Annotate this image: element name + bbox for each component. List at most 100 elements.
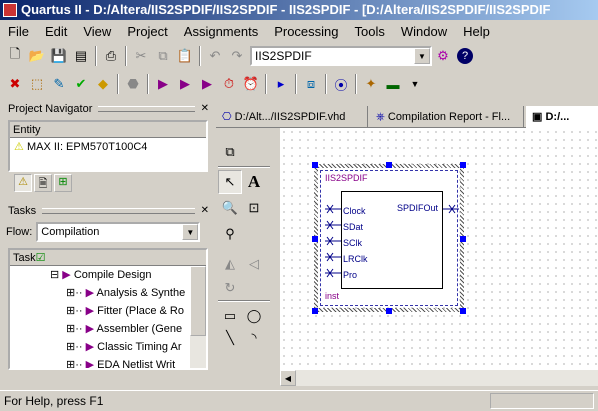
redo-icon[interactable]: ↷	[226, 45, 248, 67]
text-tool-icon[interactable]: A	[242, 170, 266, 194]
copy-icon[interactable]: ⧉	[152, 45, 174, 67]
stop-icon[interactable]: ⬣	[122, 73, 144, 95]
task-label: EDA Netlist Writ	[97, 359, 176, 370]
play-icon: ▶	[85, 359, 95, 370]
close-icon[interactable]: ✕	[201, 102, 209, 116]
menu-window[interactable]: Window	[401, 24, 447, 39]
warning-icon: ⚠	[14, 141, 24, 153]
task-row[interactable]: ⊟ ▶ Compile Design	[10, 266, 206, 284]
report-icon: ⎈	[376, 111, 385, 123]
chip-planner-icon[interactable]: ✖	[4, 73, 26, 95]
find-icon[interactable]: ⚲	[218, 222, 242, 246]
wizard-icon[interactable]: ✦	[360, 73, 382, 95]
expand-icon: ⊟	[50, 269, 60, 281]
help-icon[interactable]: ?	[454, 45, 476, 67]
title-bar: Quartus II - D:/Altera/IIS2SPDIF/IIS2SPD…	[0, 0, 598, 20]
resize-handle[interactable]	[460, 236, 466, 242]
chevron-down-icon[interactable]: ▼	[414, 48, 430, 64]
files-tab-icon[interactable]: 🗎	[34, 174, 52, 192]
resize-handle[interactable]	[312, 162, 318, 168]
project-select[interactable]: IIS2SPDIF ▼	[250, 46, 432, 66]
resize-handle[interactable]	[312, 236, 318, 242]
project-navigator-title: Project Navigator	[8, 103, 93, 115]
menu-processing[interactable]: Processing	[274, 24, 338, 39]
paste-icon[interactable]: 📋	[174, 45, 196, 67]
simulator-icon[interactable]: ▸	[270, 73, 292, 95]
play-icon: ▶	[85, 305, 95, 317]
programmer-icon[interactable]: ⧈	[300, 73, 322, 95]
symbol-block[interactable]: IIS2SPDIF Clock SDat SClk LRClk Pro SPDI…	[320, 170, 459, 306]
entity-column-header[interactable]: Entity	[10, 122, 206, 138]
resize-handle[interactable]	[460, 162, 466, 168]
task-row[interactable]: ⊞·· ▶ Fitter (Place & Ro	[10, 302, 206, 320]
hierarchy-tab-icon[interactable]: ⚠	[14, 174, 32, 192]
assignment-editor-icon[interactable]: ✎	[48, 73, 70, 95]
tab-compilation-report[interactable]: ⎈ Compilation Report - Fl...	[370, 106, 524, 128]
menu-help[interactable]: Help	[463, 24, 490, 39]
vhdl-file-icon: ⎔	[222, 111, 232, 123]
resize-handle[interactable]	[312, 308, 318, 314]
undo-icon[interactable]: ↶	[204, 45, 226, 67]
symbol-tool-icon[interactable]: ⊡	[242, 196, 266, 220]
flip-horizontal-icon[interactable]: ◭	[218, 252, 242, 276]
arc-tool-icon[interactable]: ◝	[242, 326, 266, 350]
tasks-panel: Tasks ✕ Flow: Compilation ▼ Task☑ ⊟ ▶ Co…	[4, 204, 212, 370]
task-label: Classic Timing Ar	[97, 341, 182, 353]
chevron-down-icon[interactable]: ▼	[404, 73, 426, 95]
menu-project[interactable]: Project	[127, 24, 167, 39]
task-row[interactable]: ⊞·· ▶ Analysis & Synthe	[10, 284, 206, 302]
selection-tool-icon[interactable]: ↖	[218, 170, 242, 194]
tab-block-diagram[interactable]: ▣ D:/...	[526, 106, 598, 128]
task-row[interactable]: ⊞·· ▶ Assembler (Gene	[10, 320, 206, 338]
full-screen-icon[interactable]: ⧉	[218, 140, 242, 164]
new-file-icon[interactable]: 🗋	[4, 45, 26, 67]
chevron-down-icon[interactable]: ▼	[182, 224, 199, 240]
resize-handle[interactable]	[386, 162, 392, 168]
play-icon: ▶	[85, 323, 95, 335]
menu-file[interactable]: File	[8, 24, 29, 39]
flip-vertical-icon[interactable]: ◁	[242, 252, 266, 276]
menu-tools[interactable]: Tools	[355, 24, 385, 39]
block-diagram-canvas[interactable]: IIS2SPDIF Clock SDat SClk LRClk Pro SPDI…	[280, 128, 598, 370]
settings-icon[interactable]: ⚙	[432, 45, 454, 67]
timer-icon[interactable]: ⏱	[218, 73, 240, 95]
menu-view[interactable]: View	[83, 24, 111, 39]
task-column-header[interactable]: Task☑	[10, 250, 206, 266]
tab-vhd-file[interactable]: ⎔ D:/Alt.../IIS2SPDIF.vhd	[216, 106, 368, 128]
scroll-left-icon[interactable]: ◀	[280, 370, 296, 386]
zoom-tool-icon[interactable]: 🔍	[218, 196, 242, 220]
megawizard-icon[interactable]: ▬	[382, 73, 404, 95]
rectangle-tool-icon[interactable]: ▭	[218, 304, 242, 328]
cut-icon[interactable]: ✂	[130, 45, 152, 67]
design-assistant-icon[interactable]: ◆	[92, 73, 114, 95]
entity-item[interactable]: ⚠ MAX II: EPM570T100C4	[10, 138, 206, 156]
status-text: For Help, press F1	[4, 394, 104, 408]
task-column-label: Task	[13, 252, 36, 264]
timing-analysis-icon[interactable]: ▶	[196, 73, 218, 95]
start-compilation-icon[interactable]: ▶	[152, 73, 174, 95]
pin-planner-icon[interactable]: ⬚	[26, 73, 48, 95]
resize-handle[interactable]	[386, 308, 392, 314]
ellipse-tool-icon[interactable]: ◯	[242, 304, 266, 328]
close-icon[interactable]: ✕	[201, 204, 209, 218]
clock-icon[interactable]: ⏰	[240, 73, 262, 95]
menu-edit[interactable]: Edit	[45, 24, 67, 39]
save-icon[interactable]: 💾	[48, 45, 70, 67]
flow-select[interactable]: Compilation ▼	[36, 222, 201, 242]
tasks-scrollbar[interactable]	[190, 266, 206, 368]
rotate-icon[interactable]: ↻	[218, 276, 242, 300]
resize-handle[interactable]	[460, 308, 466, 314]
line-tool-icon[interactable]: ╲	[218, 326, 242, 350]
print-icon[interactable]: ⎙	[100, 45, 122, 67]
analysis-icon[interactable]: ▶	[174, 73, 196, 95]
open-folder-icon[interactable]: 📂	[26, 45, 48, 67]
menu-assignments[interactable]: Assignments	[184, 24, 258, 39]
block-editor-toolbar: ⧉ ↖ A 🔍 ⊡ ⚲ ◭ ◁ ↻ ▭ ◯ ╲ ◝	[218, 140, 270, 350]
horizontal-scrollbar[interactable]: ◀	[280, 370, 598, 386]
task-row[interactable]: ⊞·· ▶ EDA Netlist Writ	[10, 356, 206, 370]
save-all-icon[interactable]: ▤	[70, 45, 92, 67]
design-units-tab-icon[interactable]: ⊞	[54, 174, 72, 192]
task-row[interactable]: ⊞·· ▶ Classic Timing Ar	[10, 338, 206, 356]
rtl-viewer-icon[interactable]: ⦿	[330, 73, 352, 95]
settings-check-icon[interactable]: ✔	[70, 73, 92, 95]
